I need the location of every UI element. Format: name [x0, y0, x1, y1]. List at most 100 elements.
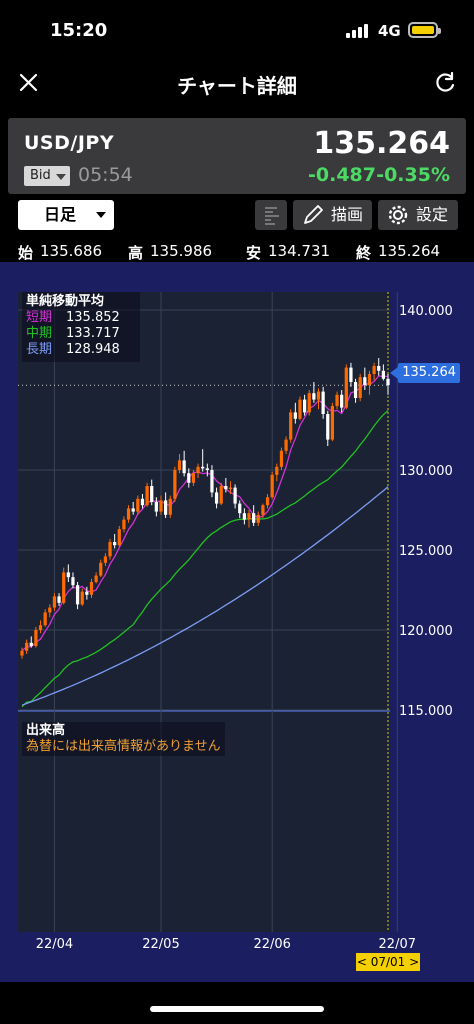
- candle-body: [117, 529, 121, 546]
- candle-body: [94, 575, 98, 582]
- high-value: 135.986: [150, 242, 213, 260]
- x-tick-label: 22/06: [253, 937, 290, 952]
- candle-body: [228, 487, 233, 490]
- sma-short-label: 短期: [26, 310, 53, 325]
- candle-body: [168, 498, 172, 515]
- candle-body: [386, 378, 390, 386]
- candle-body: [85, 591, 89, 595]
- status-bar: 15:20 4G: [0, 0, 474, 60]
- sma-long-label: 長期: [26, 342, 53, 357]
- quote-card: USD/JPY 135.264 Bid 05:54 -0.487 -0.35%: [8, 118, 466, 194]
- candle-body: [25, 642, 29, 651]
- battery-icon: [408, 22, 441, 38]
- candle-body: [131, 508, 135, 512]
- candle-body: [71, 577, 75, 586]
- candle-body: [150, 486, 154, 502]
- indicator-list-button[interactable]: [255, 200, 287, 230]
- low-label: 安: [246, 244, 262, 262]
- candle-body: [62, 572, 66, 603]
- price-change-percent: -0.35%: [376, 164, 450, 186]
- status-time: 15:20: [50, 20, 108, 41]
- home-indicator: [150, 1006, 324, 1012]
- candle-body: [205, 468, 209, 470]
- price-type-dropdown[interactable]: Bid: [24, 166, 70, 186]
- caret-down-icon: [56, 174, 66, 180]
- y-tick-label: 140.000: [399, 304, 453, 319]
- current-price-tag: 135.264: [390, 363, 460, 383]
- draw-label: 描画: [331, 205, 364, 224]
- draw-button[interactable]: 描画: [293, 200, 372, 230]
- candle-body: [173, 470, 177, 499]
- candle-body: [377, 366, 381, 371]
- candle-body: [247, 513, 251, 520]
- close-value: 135.264: [378, 242, 441, 260]
- candle-body: [312, 393, 316, 400]
- candle-body: [159, 500, 163, 512]
- candle-body: [233, 487, 237, 504]
- candle-body: [372, 366, 376, 374]
- candle-body: [154, 502, 158, 512]
- settings-label: 設定: [416, 205, 449, 224]
- candle-body: [80, 591, 84, 605]
- candle-body: [38, 625, 43, 630]
- sma-legend: 単純移動平均 短期 135.852 中期 133.717 長期 128.948: [22, 292, 140, 362]
- candle-body: [363, 377, 367, 386]
- volume-title: 出来高: [26, 723, 66, 738]
- candle-body: [353, 382, 358, 398]
- candle-body: [307, 393, 311, 413]
- refresh-button[interactable]: [432, 70, 458, 96]
- volume-message: 為替には出来高情報がありません: [26, 739, 221, 754]
- candle-body: [270, 474, 274, 498]
- sma-mid-label: 中期: [26, 326, 53, 341]
- currency-pair: USD/JPY: [24, 132, 115, 154]
- candle-body: [89, 582, 94, 595]
- candle-body: [349, 367, 353, 382]
- candle-body: [66, 572, 70, 578]
- y-tick-label: 115.000: [399, 704, 453, 719]
- candle-body: [335, 394, 339, 406]
- candle-body: [126, 508, 131, 520]
- candle-body: [214, 492, 219, 504]
- candle-body: [29, 642, 33, 646]
- x-tick-label: 22/04: [36, 937, 73, 952]
- current-price: 135.264: [313, 126, 450, 161]
- candle-body: [344, 367, 348, 408]
- candle-body: [122, 519, 126, 530]
- candle-body: [256, 514, 260, 523]
- high-label: 高: [128, 244, 144, 262]
- timeframe-dropdown[interactable]: 日足: [18, 200, 114, 230]
- candle-body: [52, 596, 57, 608]
- settings-button[interactable]: 設定: [378, 200, 458, 230]
- candle-body: [279, 450, 284, 467]
- candle-body: [367, 374, 372, 386]
- price-change: -0.487: [308, 164, 376, 186]
- nav-bar: チャート詳細: [0, 60, 474, 108]
- candle-body: [358, 377, 362, 398]
- candle-body: [261, 505, 265, 515]
- pencil-icon: [304, 205, 323, 224]
- candle-body: [182, 460, 186, 474]
- open-value: 135.686: [40, 242, 103, 260]
- network-type: 4G: [378, 22, 401, 40]
- ohlc-row: 始 135.686 高 135.986 安 134.731 終 135.264: [0, 240, 474, 262]
- candle-body: [316, 391, 321, 400]
- sma-long-value: 128.948: [66, 342, 120, 357]
- chart-area[interactable]: 140.000 130.000 125.000 120.000 115.000 22/04…: [0, 262, 474, 982]
- candle-body: [140, 498, 145, 506]
- candle-body: [289, 412, 293, 440]
- candle-body: [302, 399, 307, 413]
- caret-down-icon: [96, 212, 106, 218]
- candle-body: [210, 470, 214, 493]
- candle-body: [293, 412, 297, 419]
- candle-body: [219, 486, 223, 504]
- volume-panel-label: 出来高 為替には出来高情報がありません: [22, 722, 225, 756]
- y-tick-label: 120.000: [399, 624, 453, 639]
- current-date-tag[interactable]: < 07/01 >: [356, 953, 420, 971]
- page-title: チャート詳細: [177, 74, 297, 98]
- candle-body: [201, 466, 205, 469]
- open-label: 始: [18, 244, 34, 262]
- candle-body: [20, 650, 24, 656]
- x-tick-label: 22/07: [379, 937, 416, 952]
- candle-body: [252, 513, 256, 523]
- timeframe-label: 日足: [44, 205, 77, 224]
